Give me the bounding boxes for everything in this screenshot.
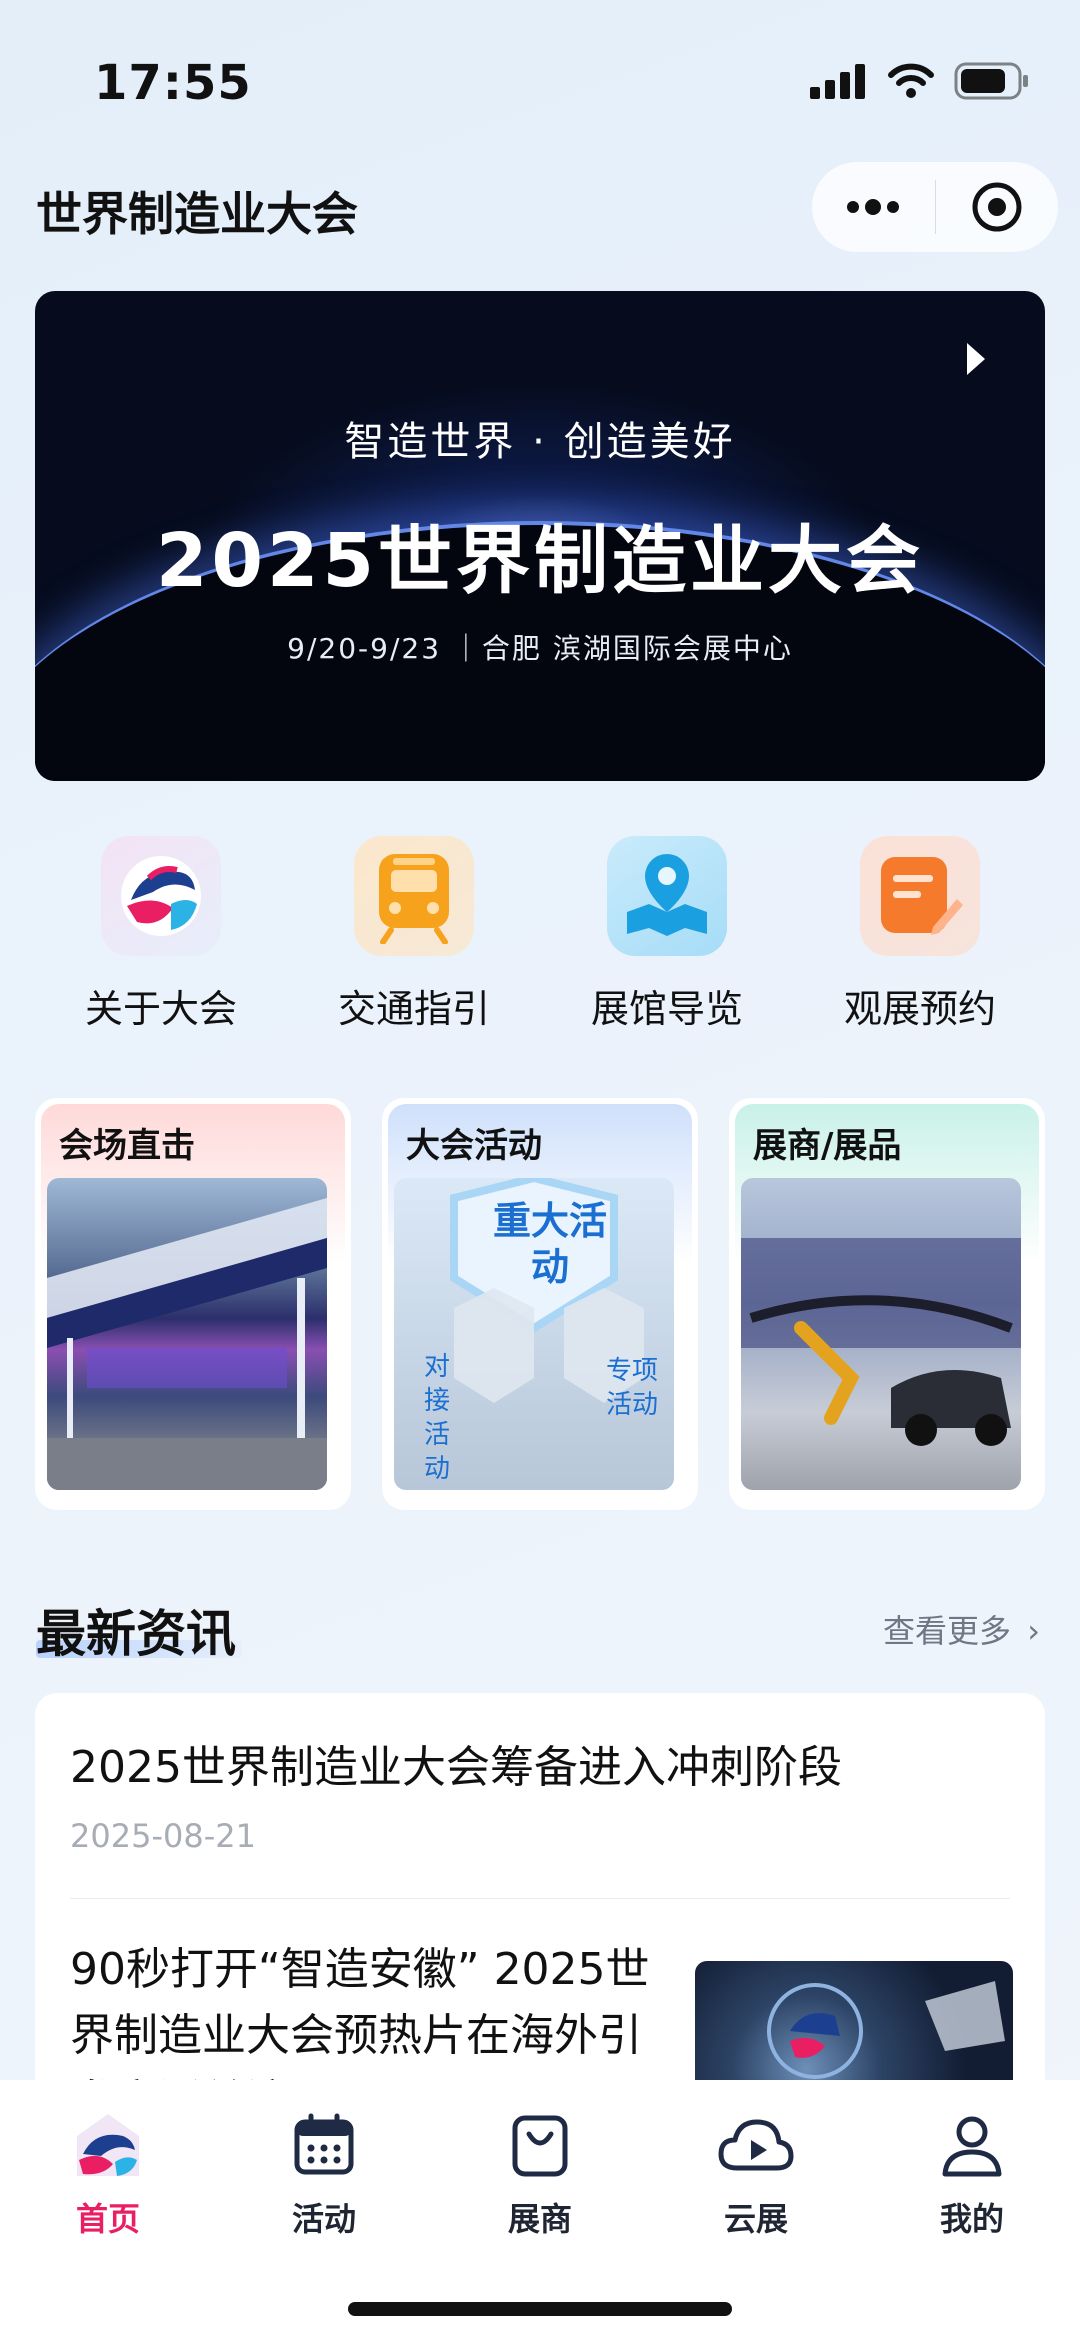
card-title-exhibitors: 展商/展品 [753,1126,902,1166]
quick-entry-hall-guide[interactable]: 展馆导览 [542,836,792,1033]
hero-banner[interactable]: 智造世界 · 创造美好 2025世界制造业大会 9/20-9/23 ｜合肥 滨湖… [35,291,1045,781]
target-close-icon [972,182,1022,232]
train-icon [354,836,474,956]
hex-main-label: 重大活动 [492,1199,607,1289]
chevron-right-icon: › [1027,1612,1040,1650]
quick-entry-about[interactable]: 关于大会 [36,836,286,1033]
hex-right-label: 专项活动 [606,1356,659,1420]
activities-hex-graphic: 重大活动 对接活动 专项活动 [394,1178,674,1490]
quick-label-about: 关于大会 [84,987,237,1031]
congress-logo-icon [101,836,221,956]
news-more-link[interactable]: 查看更多 › [883,1606,1040,1652]
tab-activities[interactable]: 活动 [216,2110,432,2240]
banner-title: 2025世界制造业大会 [156,518,924,604]
more-button[interactable] [812,162,935,252]
card-title-venue-live: 会场直击 [59,1126,195,1166]
user-icon [942,2116,1002,2177]
status-icons [810,62,1030,100]
calendar-icon [294,2113,354,2175]
exhibit-photo [741,1178,1021,1490]
news-item-title[interactable]: 2025世界制造业大会筹备进入冲刺阶段 [70,1731,842,1795]
news-divider [70,1898,1010,1899]
tab-label-cloud-expo: 云展 [723,2200,788,2238]
cloud-play-icon [718,2119,794,2171]
card-title-activities: 大会活动 [406,1126,542,1166]
wifi-icon [888,63,934,98]
app-title: 世界制造业大会 [36,187,358,241]
tab-label-exhibitors: 展商 [507,2200,572,2238]
tab-label-mine: 我的 [939,2200,1004,2238]
quick-entry-booking[interactable]: 观展预约 [795,836,1045,1033]
quick-label-hall-guide: 展馆导览 [590,987,743,1031]
home-logo-icon [77,2114,139,2176]
news-item-date: 2025-08-21 [70,1817,256,1855]
mini-program-capsule [812,162,1058,252]
tab-home[interactable]: 首页 [0,2110,216,2240]
signal-icon [810,64,865,99]
card-exhibitors[interactable]: 展商/展品 [729,1098,1045,1510]
banner-info: 9/20-9/23 ｜合肥 滨湖国际会展中心 [287,632,793,665]
tab-label-home: 首页 [75,2200,140,2238]
tab-cloud-expo[interactable]: 云展 [648,2110,864,2240]
tab-mine[interactable]: 我的 [864,2110,1080,2240]
card-venue-live[interactable]: 会场直击 [35,1098,351,1510]
shopping-bag-icon [512,2115,568,2177]
note-edit-icon [860,836,980,956]
banner-slogan: 智造世界 · 创造美好 [344,419,736,465]
news-heading: 最新资讯 [36,1605,236,1663]
battery-icon [954,62,1028,100]
quick-label-traffic: 交通指引 [337,987,490,1031]
hex-left-label: 对接活动 [424,1352,451,1484]
play-icon[interactable] [967,343,985,375]
more-dots-icon [847,199,900,215]
card-activities[interactable]: 大会活动 重大活动 对接活动 专项活动 [382,1098,698,1510]
tab-exhibitors[interactable]: 展商 [432,2110,648,2240]
map-pin-icon [607,836,727,956]
quick-entry-traffic[interactable]: 交通指引 [289,836,539,1033]
quick-label-booking: 观展预约 [843,987,996,1031]
close-button[interactable] [936,162,1059,252]
status-time: 17:55 [94,55,252,111]
news-more-label: 查看更多 [883,1612,1012,1650]
tab-bar: 首页 活动 展商 云展 我的 [0,2080,1080,2339]
tab-label-activities: 活动 [291,2200,356,2238]
venue-photo [47,1178,327,1490]
home-indicator [348,2302,732,2316]
